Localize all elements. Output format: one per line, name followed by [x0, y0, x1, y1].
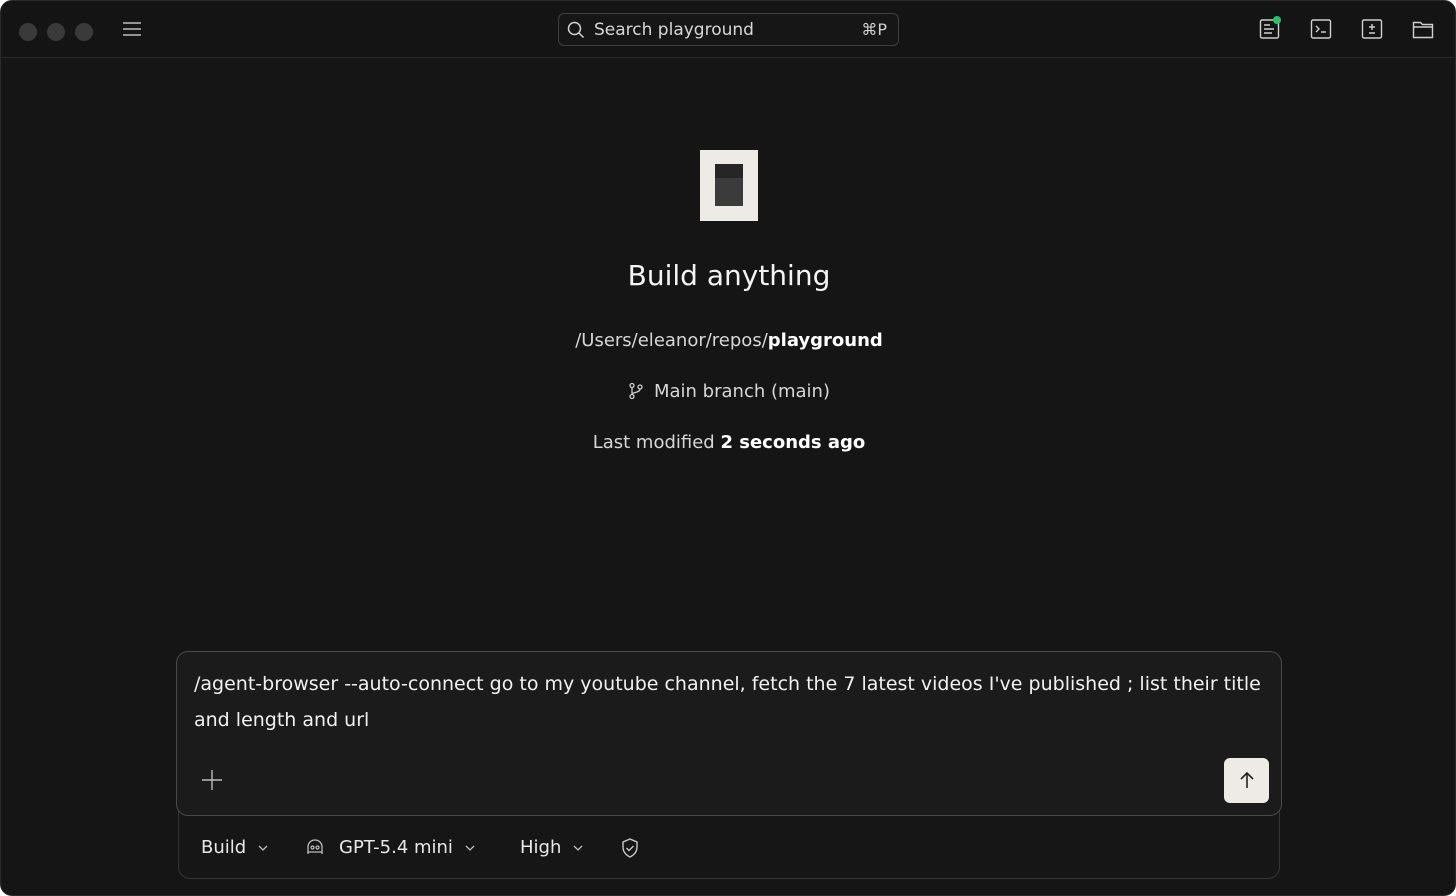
shield-check-icon[interactable] — [620, 837, 640, 863]
hamburger-menu-icon[interactable] — [121, 19, 143, 39]
prompt-composer: /agent-browser --auto-connect go to my y… — [176, 651, 1282, 816]
terminal-icon[interactable] — [1309, 17, 1333, 41]
send-button[interactable] — [1224, 758, 1269, 803]
chevron-down-icon — [465, 835, 475, 856]
minimize-window-button[interactable] — [47, 23, 65, 41]
prompt-input[interactable]: /agent-browser --auto-connect go to my y… — [194, 666, 1264, 738]
maximize-window-button[interactable] — [75, 23, 93, 41]
chevron-down-icon — [573, 835, 583, 856]
app-window: Search playground ⌘P Build anything /Use… — [0, 0, 1456, 896]
app-logo — [700, 150, 758, 221]
page-title: Build anything — [627, 259, 831, 292]
title-bar: Search playground ⌘P — [1, 1, 1455, 58]
effort-label: High — [520, 837, 562, 858]
branch-label: Main branch (main) — [653, 381, 830, 402]
model-icon — [305, 838, 325, 861]
close-window-button[interactable] — [19, 23, 37, 41]
project-name: playground — [767, 330, 883, 351]
folder-icon[interactable] — [1411, 17, 1435, 41]
model-selector[interactable]: GPT-5.4 mini — [305, 835, 475, 861]
search-placeholder: Search playground — [594, 20, 754, 40]
last-modified: Last modified 2 seconds ago — [1, 432, 1455, 453]
model-label: GPT-5.4 mini — [339, 837, 453, 858]
mode-label: Build — [201, 837, 247, 858]
git-branch-icon — [628, 382, 644, 405]
chevron-down-icon — [258, 835, 268, 856]
search-shortcut: ⌘P — [861, 20, 887, 39]
effort-selector[interactable]: High — [520, 835, 583, 858]
search-icon — [567, 21, 585, 43]
mode-selector[interactable]: Build — [201, 835, 268, 858]
branch-info: Main branch (main) — [1, 381, 1455, 405]
diff-icon[interactable] — [1360, 17, 1384, 41]
project-path: /Users/eleanor/repos/playground — [1, 330, 1455, 351]
modified-prefix: Last modified — [592, 432, 715, 453]
status-indicator — [1273, 16, 1281, 24]
modified-value: 2 seconds ago — [720, 432, 866, 453]
arrow-up-icon — [1240, 771, 1254, 788]
search-input[interactable]: Search playground ⌘P — [558, 13, 899, 46]
path-prefix: /Users/eleanor/repos/ — [575, 330, 768, 351]
plus-icon[interactable] — [201, 769, 223, 791]
